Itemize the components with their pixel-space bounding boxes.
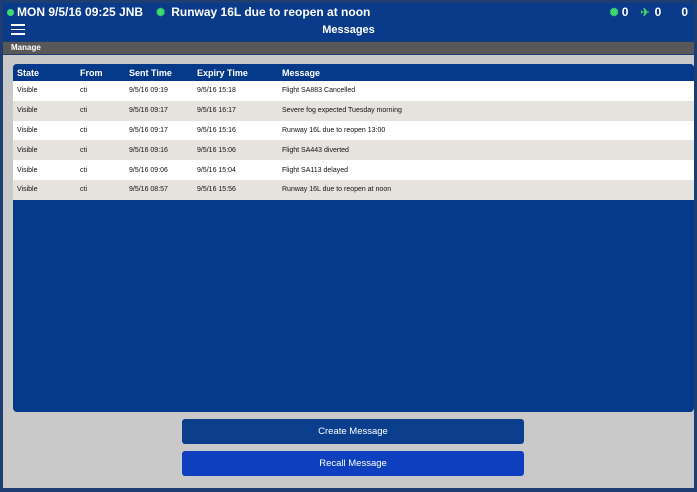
- cell-state: Visible: [17, 107, 38, 115]
- table-row[interactable]: Visible cti 9/5/16 09:17 9/5/16 16:17 Se…: [13, 100, 694, 121]
- cell-sent-time: 9/5/16 09:19: [129, 87, 168, 95]
- cell-message: Severe fog expected Tuesday morning: [282, 107, 402, 115]
- cell-expiry-time: 9/5/16 15:16: [197, 126, 236, 134]
- cell-state: Visible: [17, 87, 38, 95]
- table-row[interactable]: Visible cti 9/5/16 09:17 9/5/16 15:16 Ru…: [13, 120, 694, 141]
- table-header: State From Sent Time Expiry Time Message: [13, 64, 694, 81]
- plane-icon: ✈: [640, 6, 650, 19]
- page-title: Messages: [322, 24, 375, 36]
- app-frame: MON 9/5/16 09:25 JNB ✺ Runway 16L due to…: [0, 0, 697, 492]
- cell-sent-time: 9/5/16 08:57: [129, 186, 168, 194]
- section-header: Manage: [3, 42, 694, 54]
- cell-state: Visible: [17, 166, 38, 174]
- counter-flights-value: 0: [654, 5, 662, 19]
- cell-from: cti: [80, 126, 87, 134]
- table-row[interactable]: Visible cti 9/5/16 09:16 9/5/16 15:06 Fl…: [13, 140, 694, 161]
- bug-icon: ✺: [609, 6, 619, 19]
- cell-message: Runway 16L due to reopen 13:00: [282, 126, 386, 134]
- header-expiry-time[interactable]: Expiry Time: [197, 68, 282, 78]
- cell-expiry-time: 9/5/16 15:04: [197, 166, 236, 174]
- cell-expiry-time: 9/5/16 16:17: [197, 107, 236, 115]
- cell-from: cti: [80, 166, 87, 174]
- cell-sent-time: 9/5/16 09:17: [129, 107, 168, 115]
- cell-sent-time: 9/5/16 09:16: [129, 146, 168, 154]
- header-from[interactable]: From: [80, 68, 129, 78]
- status-counters: ✺ 0 ✈ 0 0: [598, 5, 689, 19]
- ticker-text: Runway 16L due to reopen at noon: [171, 5, 371, 19]
- counter-alerts[interactable]: ✺ 0: [608, 5, 629, 19]
- nav-bar: Messages: [3, 20, 694, 41]
- cell-message: Flight SA443 diverted: [282, 146, 349, 154]
- table-row[interactable]: Visible cti 9/5/16 09:06 9/5/16 15:04 Fl…: [13, 160, 694, 180]
- counter-alerts-value: 0: [621, 5, 629, 19]
- bug-icon: ✺: [156, 6, 166, 19]
- cell-message: Runway 16L due to reopen at noon: [282, 186, 392, 194]
- cell-expiry-time: 9/5/16 15:56: [197, 186, 236, 194]
- cell-state: Visible: [17, 186, 38, 194]
- cell-from: cti: [80, 146, 87, 154]
- status-bar: MON 9/5/16 09:25 JNB ✺ Runway 16L due to…: [3, 3, 694, 20]
- cell-sent-time: 9/5/16 09:17: [129, 126, 168, 134]
- cell-state: Visible: [17, 146, 38, 154]
- section-label: Manage: [11, 43, 41, 52]
- ticker: ✺ Runway 16L due to reopen at noon: [156, 5, 370, 19]
- cell-expiry-time: 9/5/16 15:06: [197, 146, 236, 154]
- header-message[interactable]: Message: [282, 68, 694, 78]
- status-datetime: MON 9/5/16 09:25 JNB: [7, 5, 143, 19]
- cell-message: Flight SA883 Cancelled: [282, 87, 356, 95]
- counter-other-value: 0: [681, 5, 688, 19]
- cell-from: cti: [80, 87, 87, 95]
- counter-flights[interactable]: ✈ 0: [638, 5, 661, 19]
- messages-table: State From Sent Time Expiry Time Message…: [13, 64, 694, 412]
- table-row[interactable]: Visible cti 9/5/16 08:57 9/5/16 15:56 Ru…: [13, 179, 694, 200]
- cell-from: cti: [80, 186, 87, 194]
- content-panel: State From Sent Time Expiry Time Message…: [3, 55, 694, 488]
- datetime-text: MON 9/5/16 09:25 JNB: [17, 5, 144, 19]
- counter-other[interactable]: 0: [679, 5, 688, 19]
- cell-message: Flight SA113 delayed: [282, 166, 349, 174]
- cell-expiry-time: 9/5/16 15:18: [197, 87, 236, 95]
- header-state[interactable]: State: [13, 68, 80, 78]
- cell-from: cti: [80, 107, 87, 115]
- recall-message-button[interactable]: Recall Message: [182, 451, 524, 476]
- cell-state: Visible: [17, 126, 38, 134]
- table-row[interactable]: Visible cti 9/5/16 09:19 9/5/16 15:18 Fl…: [13, 81, 694, 101]
- create-message-button[interactable]: Create Message: [182, 419, 524, 444]
- cell-sent-time: 9/5/16 09:06: [129, 166, 168, 174]
- header-sent-time[interactable]: Sent Time: [129, 68, 197, 78]
- online-indicator-icon: [7, 8, 14, 16]
